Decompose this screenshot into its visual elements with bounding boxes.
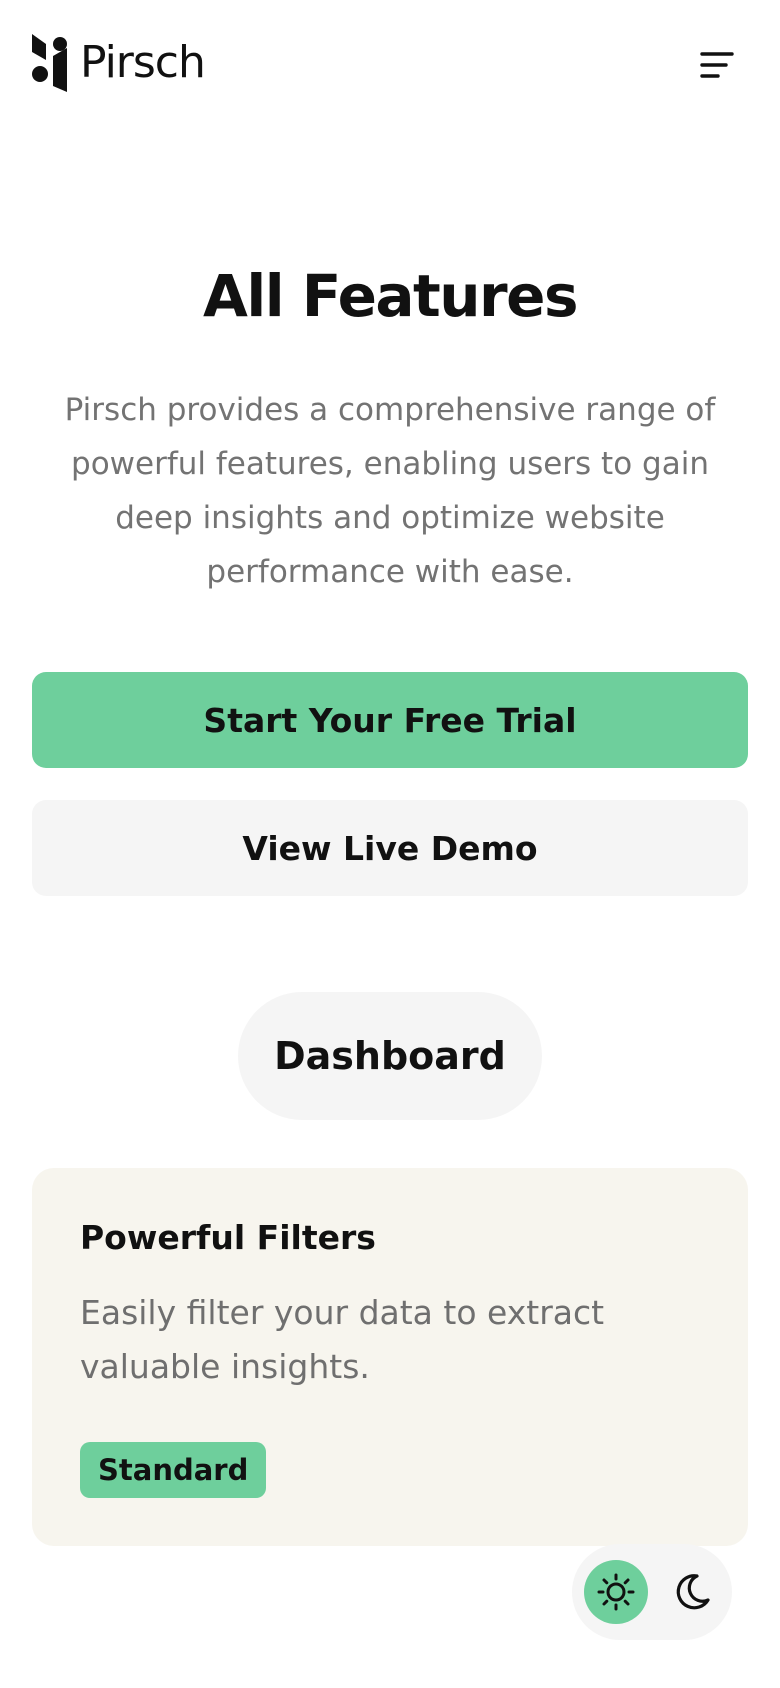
sun-icon xyxy=(597,1573,635,1611)
page-description: Pirsch provides a comprehensive range of… xyxy=(64,392,716,590)
pirsch-logo-icon xyxy=(32,34,67,92)
site-header: Pirsch xyxy=(0,0,780,130)
brand-logo[interactable]: Pirsch xyxy=(32,34,206,92)
feature-card: Powerful Filters Easily filter your data… xyxy=(32,1168,748,1546)
menu-button[interactable] xyxy=(692,40,742,90)
feature-description: Easily filter your data to extract valua… xyxy=(80,1293,605,1386)
page-title: All Features xyxy=(202,262,579,330)
light-theme-button[interactable] xyxy=(584,1560,648,1624)
view-live-demo-button[interactable]: View Live Demo xyxy=(32,800,748,896)
category-tab-dashboard[interactable]: Dashboard xyxy=(238,992,542,1120)
theme-toggle xyxy=(572,1544,732,1640)
plan-badge: Standard xyxy=(80,1442,267,1498)
moon-icon xyxy=(676,1574,710,1610)
feature-title: Powerful Filters xyxy=(80,1218,376,1257)
dark-theme-button[interactable] xyxy=(660,1560,724,1624)
hamburger-menu-icon xyxy=(700,52,734,78)
start-free-trial-button[interactable]: Start Your Free Trial xyxy=(32,672,748,768)
brand-name: Pirsch xyxy=(80,37,206,88)
